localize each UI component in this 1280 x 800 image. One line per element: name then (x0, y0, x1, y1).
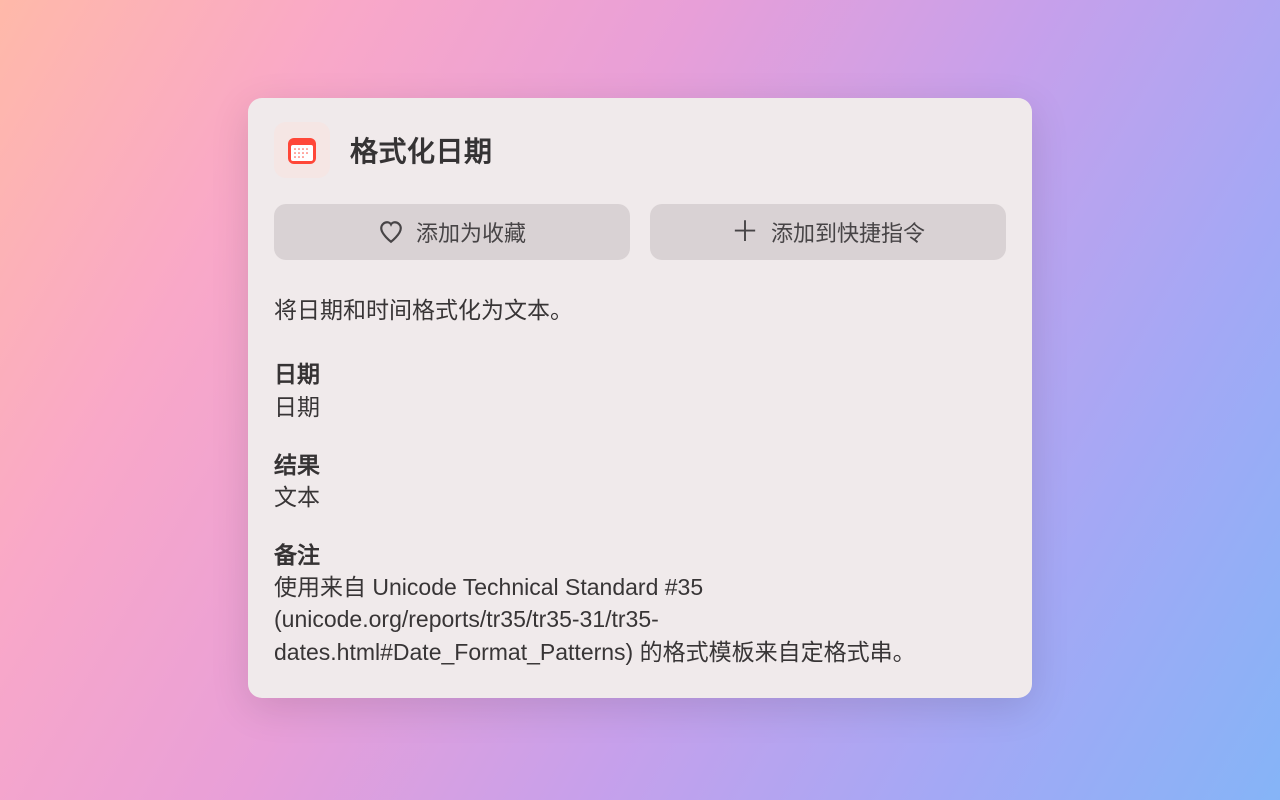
calendar-icon (285, 133, 319, 167)
action-title: 格式化日期 (350, 130, 493, 170)
result-section-value: 文本 (274, 481, 1006, 513)
date-section: 日期 日期 (274, 358, 1006, 422)
notes-section-label: 备注 (274, 539, 1006, 571)
plus-icon: ＋ (731, 218, 759, 246)
result-section: 结果 文本 (274, 449, 1006, 513)
notes-section-value: 使用来自 Unicode Technical Standard #35 (uni… (274, 571, 1006, 668)
heart-icon (378, 219, 404, 245)
action-buttons-row: 添加为收藏 ＋ 添加到快捷指令 (274, 204, 1006, 260)
result-section-label: 结果 (274, 449, 1006, 481)
card-header: 格式化日期 (274, 122, 1006, 178)
add-favorite-label: 添加为收藏 (416, 216, 526, 248)
date-section-value: 日期 (274, 391, 1006, 423)
notes-section: 备注 使用来自 Unicode Technical Standard #35 (… (274, 539, 1006, 668)
add-favorite-button[interactable]: 添加为收藏 (274, 204, 630, 260)
add-shortcut-button[interactable]: ＋ 添加到快捷指令 (650, 204, 1006, 260)
action-detail-card: 格式化日期 添加为收藏 ＋ 添加到快捷指令 将日期和时间格式化为文本。 日期 日… (248, 98, 1032, 698)
date-section-label: 日期 (274, 358, 1006, 390)
add-shortcut-label: 添加到快捷指令 (771, 216, 925, 248)
action-icon-container (274, 122, 330, 178)
action-description: 将日期和时间格式化为文本。 (274, 294, 1006, 326)
